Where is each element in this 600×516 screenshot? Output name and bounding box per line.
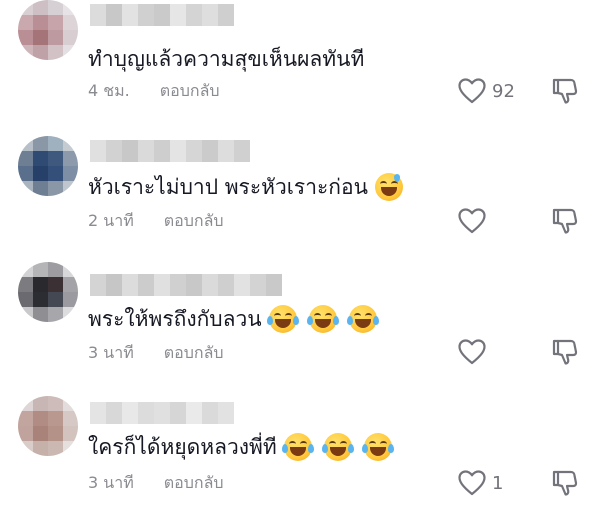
comment-meta: 3 นาที ตอบกลับ bbox=[88, 342, 224, 364]
heart-outline-icon bbox=[458, 470, 486, 496]
comment-meta: 4 ชม. ตอบกลับ bbox=[88, 80, 220, 102]
comment-time: 2 นาที bbox=[88, 210, 134, 230]
username-redacted[interactable] bbox=[90, 274, 282, 296]
reply-button[interactable]: ตอบกลับ bbox=[164, 341, 224, 366]
tears-of-joy-emoji bbox=[321, 433, 354, 461]
heart-outline-icon bbox=[458, 78, 486, 104]
like-button[interactable]: 1 bbox=[458, 468, 503, 498]
comment-text: พระให้พรถึงกับลวน bbox=[88, 304, 379, 334]
thumbs-down-outline-icon bbox=[550, 76, 580, 106]
like-button[interactable]: 92 bbox=[458, 76, 515, 106]
comment-time: 4 ชม. bbox=[88, 80, 130, 100]
comment-meta: 3 นาที ตอบกลับ bbox=[88, 472, 224, 494]
comment-time: 3 นาที bbox=[88, 472, 134, 492]
avatar[interactable] bbox=[18, 136, 78, 196]
reply-button[interactable]: ตอบกลับ bbox=[164, 209, 224, 234]
avatar[interactable] bbox=[18, 262, 78, 322]
comment-item: หัวเราะไม่บาป พระหัวเราะก่อน 2 นาที ตอบก… bbox=[0, 136, 600, 256]
comment-time: 3 นาที bbox=[88, 342, 134, 362]
thumbs-down-outline-icon bbox=[550, 468, 580, 498]
comment-text: ใครก็ได้หยุดหลวงพี่ที bbox=[88, 432, 394, 462]
comment-text: ทำบุญแล้วความสุขเห็นผลทันที bbox=[88, 47, 365, 71]
comment-item: ทำบุญแล้วความสุขเห็นผลทันที 4 ชม. ตอบกลั… bbox=[0, 0, 600, 120]
thumbs-down-outline-icon bbox=[550, 206, 580, 236]
tears-of-joy-emoji bbox=[361, 433, 394, 461]
like-button[interactable] bbox=[458, 337, 492, 367]
avatar[interactable] bbox=[18, 0, 78, 60]
comment-item: พระให้พรถึงกับลวน 3 นาที ตอบกลับ bbox=[0, 262, 600, 382]
comment-text: หัวเราะไม่บาป พระหัวเราะก่อน bbox=[88, 172, 403, 202]
comment-item: ใครก็ได้หยุดหลวงพี่ที 3 นาที ตอบกลับ 1 bbox=[0, 396, 600, 516]
dislike-button[interactable] bbox=[550, 468, 580, 498]
tears-of-joy-emoji bbox=[266, 305, 299, 333]
grinning-sweat-emoji bbox=[374, 173, 403, 201]
comment-meta: 2 นาที ตอบกลับ bbox=[88, 210, 224, 232]
dislike-button[interactable] bbox=[550, 76, 580, 106]
avatar[interactable] bbox=[18, 396, 78, 456]
tears-of-joy-emoji bbox=[281, 433, 314, 461]
thumbs-down-outline-icon bbox=[550, 337, 580, 367]
username-redacted[interactable] bbox=[90, 140, 250, 162]
reply-button[interactable]: ตอบกลับ bbox=[160, 79, 220, 104]
tears-of-joy-emoji bbox=[306, 305, 339, 333]
heart-outline-icon bbox=[458, 339, 486, 365]
like-count: 92 bbox=[492, 80, 515, 102]
like-button[interactable] bbox=[458, 206, 492, 236]
heart-outline-icon bbox=[458, 208, 486, 234]
dislike-button[interactable] bbox=[550, 206, 580, 236]
username-redacted[interactable] bbox=[90, 4, 234, 26]
tears-of-joy-emoji bbox=[346, 305, 379, 333]
reply-button[interactable]: ตอบกลับ bbox=[164, 471, 224, 496]
like-count: 1 bbox=[492, 472, 504, 494]
username-redacted[interactable] bbox=[90, 402, 234, 424]
dislike-button[interactable] bbox=[550, 337, 580, 367]
